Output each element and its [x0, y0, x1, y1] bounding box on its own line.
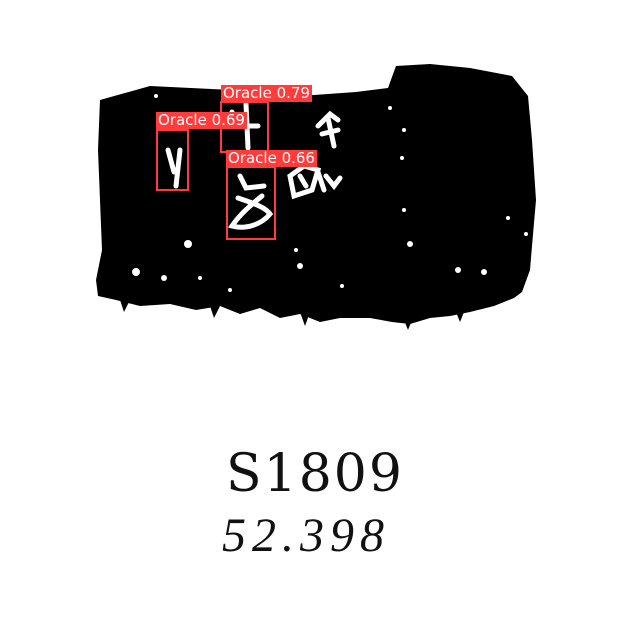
catalog-id: S1809	[226, 444, 404, 504]
catalog-number: 52.398	[222, 509, 390, 562]
detection-label-2: Oracle 0.69	[156, 111, 247, 129]
detection-label-1: Oracle 0.79	[221, 84, 312, 102]
detection-box-3	[226, 166, 276, 240]
detection-box-2	[156, 129, 189, 191]
detection-label-3: Oracle 0.66	[226, 149, 317, 167]
rubbing-silhouette	[96, 64, 536, 324]
